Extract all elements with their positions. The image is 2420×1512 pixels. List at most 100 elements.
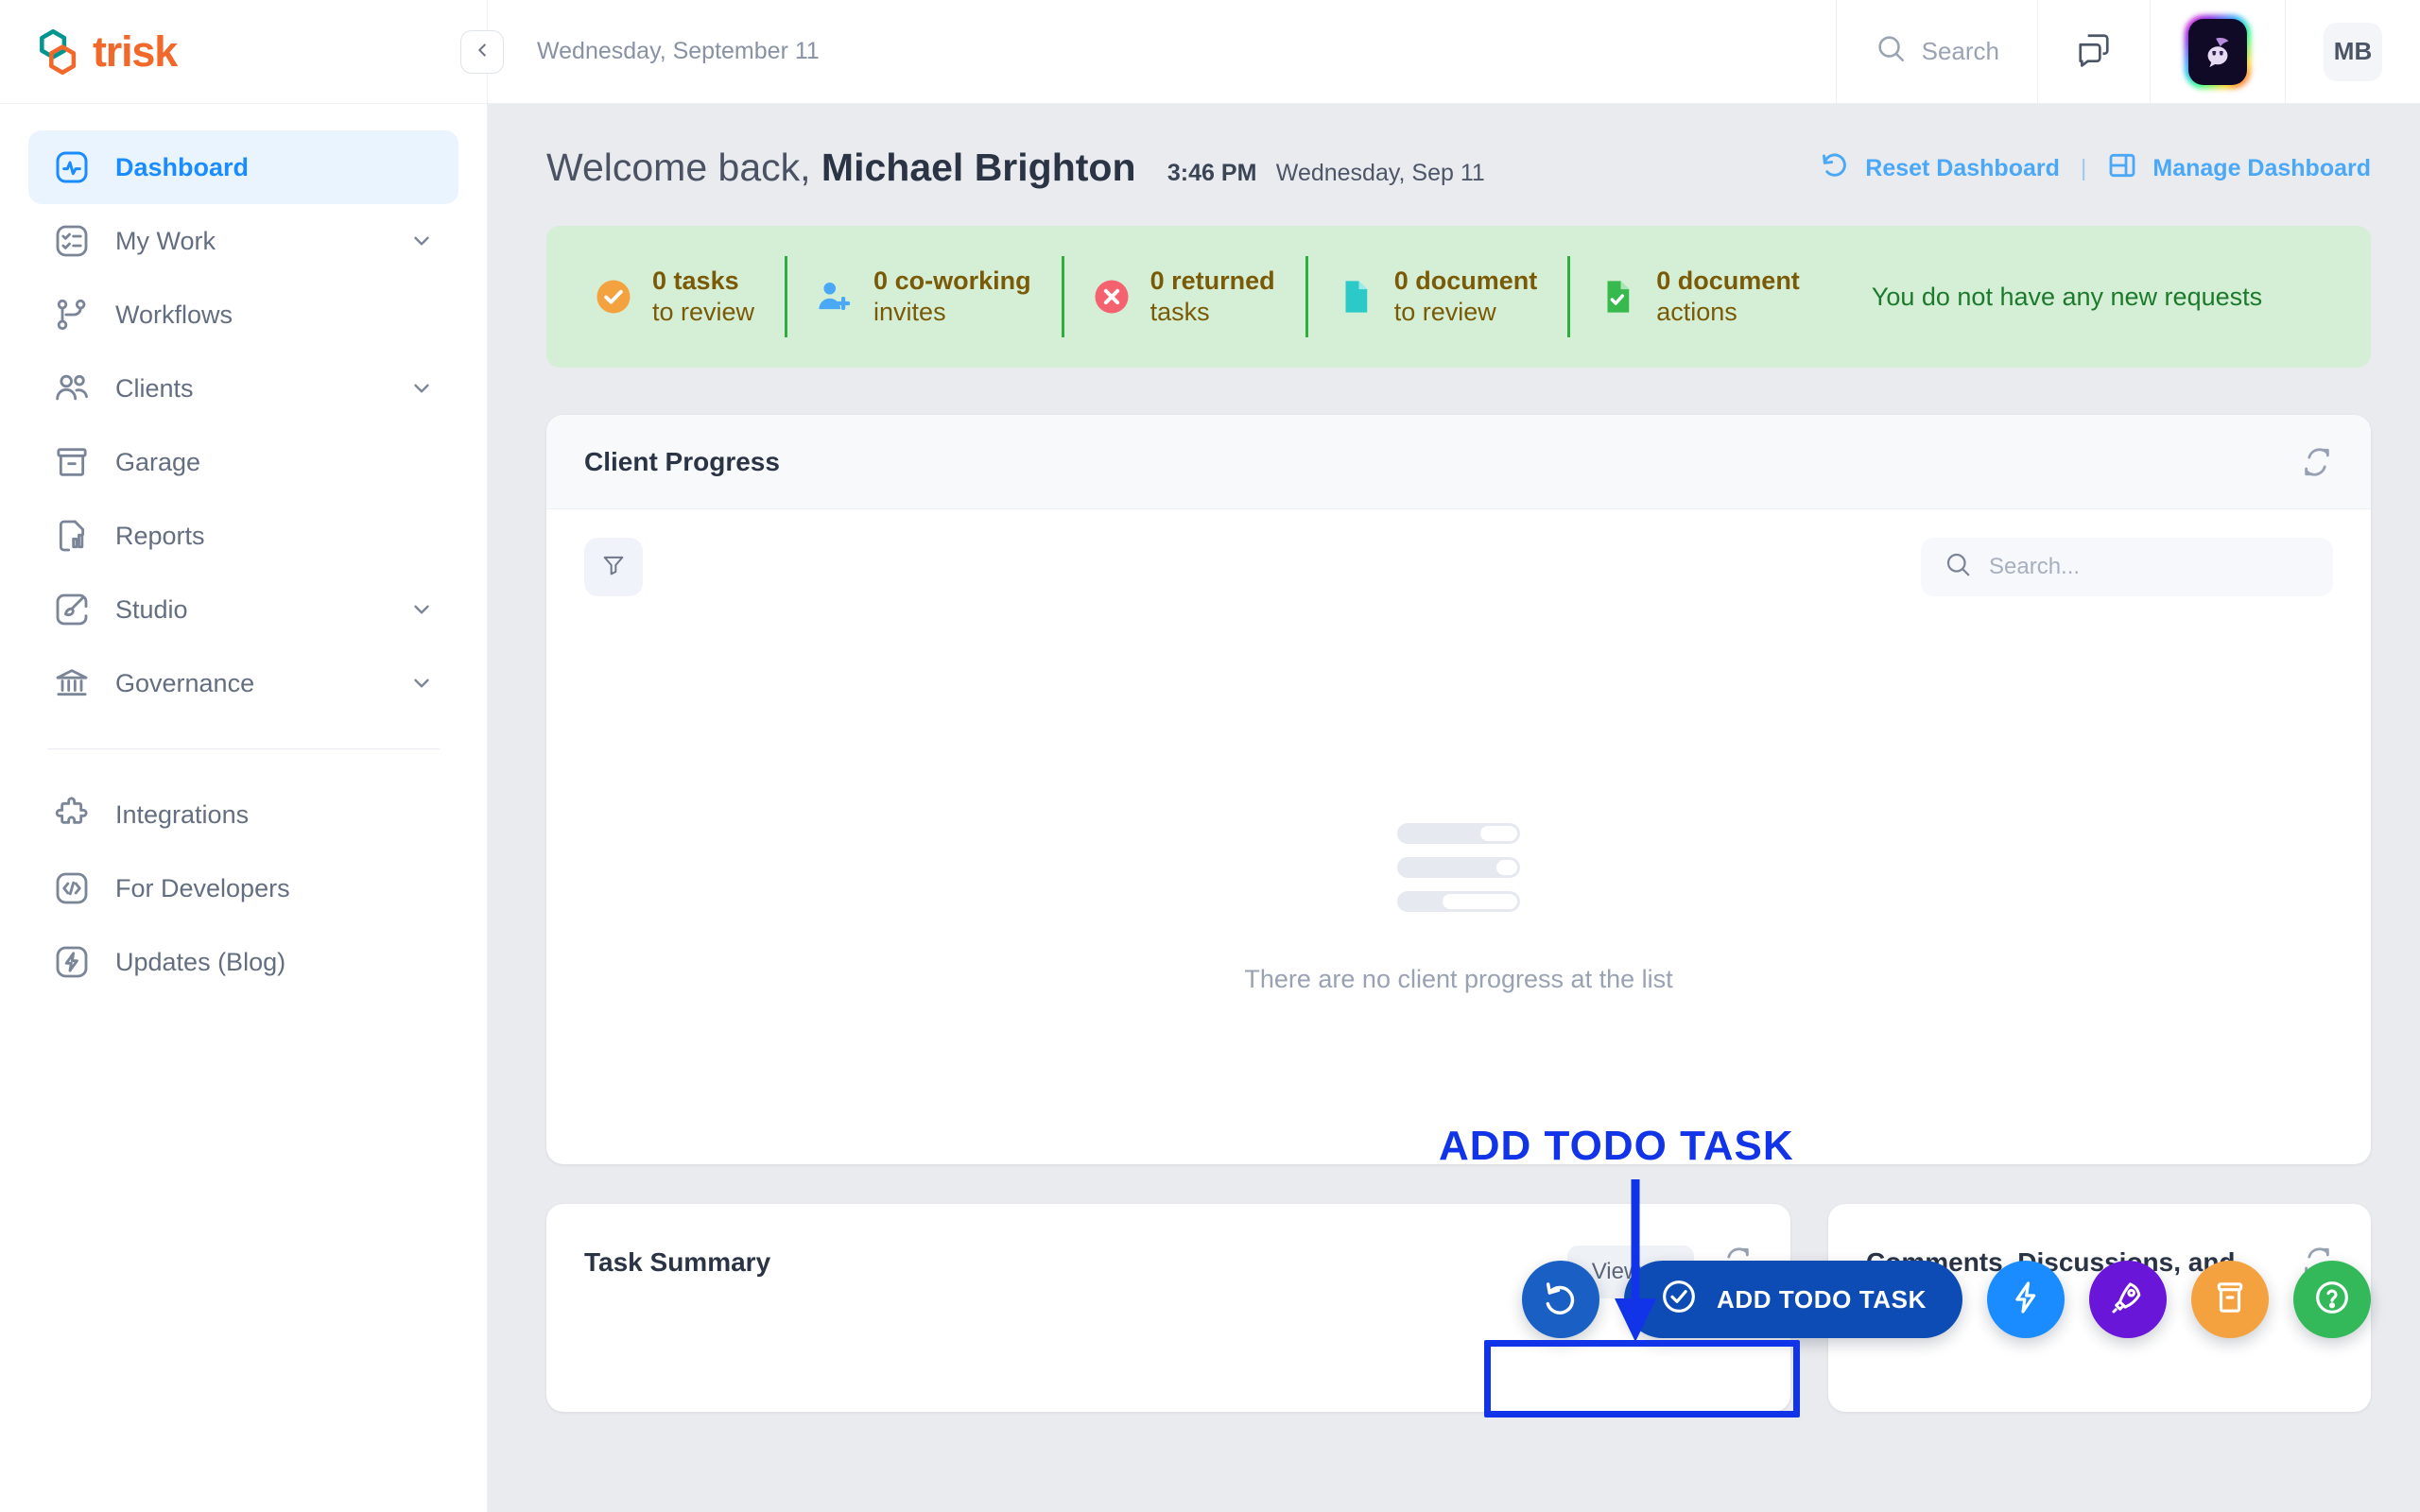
sidebar-item-label: Governance	[115, 668, 255, 697]
sidebar-item-workflows[interactable]: Workflows	[28, 278, 458, 352]
ai-assistant-avatar	[2188, 18, 2247, 85]
status-line1: tasks	[673, 266, 739, 296]
x-circle-icon	[1092, 277, 1132, 317]
status-count: 0	[1393, 266, 1409, 296]
sidebar-item-for-developers[interactable]: For Developers	[28, 851, 458, 925]
sidebar-item-studio[interactable]: Studio	[28, 573, 458, 646]
ai-assistant-button[interactable]	[2150, 0, 2285, 103]
check-circle-icon	[594, 277, 633, 317]
sidebar-item-label: Studio	[115, 594, 188, 624]
client-progress-title: Client Progress	[584, 446, 780, 476]
brush-square-icon	[53, 591, 91, 628]
archive-box-icon	[2211, 1279, 2249, 1321]
launch-fab-button[interactable]	[2089, 1261, 2167, 1338]
sidebar-item-label: Integrations	[115, 799, 250, 829]
sidebar-item-label: Updates (Blog)	[115, 947, 286, 976]
status-count: 0	[873, 266, 889, 296]
brand-logo[interactable]: trisk	[0, 0, 488, 103]
status-count: 0	[652, 266, 667, 296]
status-item-text: 0 co-working invites	[873, 266, 1031, 328]
filter-button[interactable]	[584, 538, 643, 596]
current-date: Wednesday, September 11	[537, 38, 820, 64]
task-summary-title: Task Summary	[584, 1247, 771, 1277]
status-line1: returned	[1171, 266, 1275, 296]
status-strip: 0 tasks to review 0 co-working invites 0…	[546, 226, 2371, 368]
client-progress-header: Client Progress	[546, 415, 2371, 509]
chevron-down-icon[interactable]	[409, 597, 434, 622]
sidebar-item-label: My Work	[115, 226, 216, 255]
question-circle-icon	[2313, 1279, 2351, 1321]
user-menu-button[interactable]: MB	[2285, 0, 2420, 103]
undo-circular-icon	[1820, 150, 1850, 187]
current-date-short: Wednesday, Sep 11	[1275, 160, 1485, 186]
status-count: 0	[1150, 266, 1165, 296]
status-line2: to review	[1393, 298, 1496, 326]
page-title: Welcome back, Michael Brighton 3:46 PM W…	[546, 146, 1485, 190]
sidebar-item-garage[interactable]: Garage	[28, 425, 458, 499]
floating-action-bar: ADD TODO TASK	[1521, 1261, 2371, 1338]
sidebar: Dashboard My Work Workflows Clients Gara…	[0, 104, 488, 1512]
sidebar-collapse-button[interactable]	[460, 30, 504, 74]
manage-dashboard-button[interactable]: Manage Dashboard	[2107, 150, 2371, 187]
archive-box-icon	[53, 443, 91, 481]
automation-fab-button[interactable]	[1987, 1261, 2065, 1338]
status-line1: co-working	[894, 266, 1031, 296]
status-item-document-actions[interactable]: 0 document actions	[1567, 226, 1830, 368]
refresh-icon[interactable]	[2301, 446, 2333, 478]
status-item-document-to-review[interactable]: 0 document to review	[1305, 226, 1568, 368]
document-icon	[1336, 277, 1375, 317]
dashboard-actions: Reset Dashboard | Manage Dashboard	[1820, 150, 2371, 187]
chat-bubbles-icon	[2076, 31, 2112, 72]
chat-button[interactable]	[2037, 0, 2150, 103]
status-item-coworking-invites[interactable]: 0 co-working invites	[785, 226, 1062, 368]
code-brackets-icon	[53, 869, 91, 907]
sidebar-item-reports[interactable]: Reports	[28, 499, 458, 573]
reset-dashboard-button[interactable]: Reset Dashboard	[1820, 150, 2060, 187]
status-item-tasks-to-review[interactable]: 0 tasks to review	[563, 226, 785, 368]
sidebar-item-integrations[interactable]: Integrations	[28, 778, 458, 851]
funnel-filter-icon	[600, 552, 627, 583]
chevron-down-icon[interactable]	[409, 376, 434, 401]
sidebar-item-label: Workflows	[115, 300, 233, 329]
sidebar-divider	[47, 748, 440, 749]
placeholder-bar	[1397, 857, 1520, 878]
sidebar-item-label: Dashboard	[115, 152, 250, 181]
hexagon-link-icon	[36, 25, 91, 79]
client-progress-empty-state: There are no client progress at the list	[546, 596, 2371, 1051]
bank-columns-icon	[53, 664, 91, 702]
current-time: 3:46 PM	[1167, 160, 1257, 186]
status-item-text: 0 tasks to review	[652, 266, 754, 328]
search-placeholder: Search...	[1989, 554, 2081, 579]
status-line2: actions	[1656, 298, 1737, 326]
avatar: MB	[2324, 22, 2382, 81]
chevron-down-icon[interactable]	[409, 229, 434, 253]
placeholder-bar	[1397, 891, 1520, 912]
status-line1: document	[1677, 266, 1800, 296]
sidebar-item-updates-blog[interactable]: Updates (Blog)	[28, 925, 458, 999]
layout-panels-icon	[2107, 150, 2137, 187]
status-item-returned-tasks[interactable]: 0 returned tasks	[1061, 226, 1305, 368]
add-todo-task-label: ADD TODO TASK	[1716, 1284, 1927, 1314]
status-item-text: 0 document actions	[1656, 266, 1800, 328]
lightning-square-icon	[53, 943, 91, 981]
global-search-button[interactable]: Search	[1835, 0, 2037, 103]
reset-dashboard-label: Reset Dashboard	[1865, 155, 2060, 181]
garage-fab-button[interactable]	[2191, 1261, 2269, 1338]
sidebar-item-label: Clients	[115, 373, 194, 403]
chevron-down-icon[interactable]	[409, 671, 434, 696]
undo-fab-button[interactable]	[1521, 1261, 1599, 1338]
manage-dashboard-label: Manage Dashboard	[2152, 155, 2371, 181]
sidebar-item-dashboard[interactable]: Dashboard	[28, 130, 458, 204]
welcome-header: Welcome back, Michael Brighton 3:46 PM W…	[546, 146, 2371, 190]
rocket-icon	[2109, 1279, 2147, 1321]
sidebar-item-governance[interactable]: Governance	[28, 646, 458, 720]
client-progress-toolbar: Search...	[546, 509, 2371, 596]
help-fab-button[interactable]	[2293, 1261, 2371, 1338]
no-requests-message: You do not have any new requests	[1871, 282, 2263, 311]
client-progress-search-input[interactable]: Search...	[1921, 538, 2333, 596]
sidebar-item-clients[interactable]: Clients	[28, 352, 458, 425]
sidebar-item-label: Reports	[115, 521, 205, 550]
sidebar-item-my-work[interactable]: My Work	[28, 204, 458, 278]
add-todo-task-button[interactable]: ADD TODO TASK	[1623, 1261, 1962, 1338]
search-label: Search	[1921, 37, 1999, 65]
